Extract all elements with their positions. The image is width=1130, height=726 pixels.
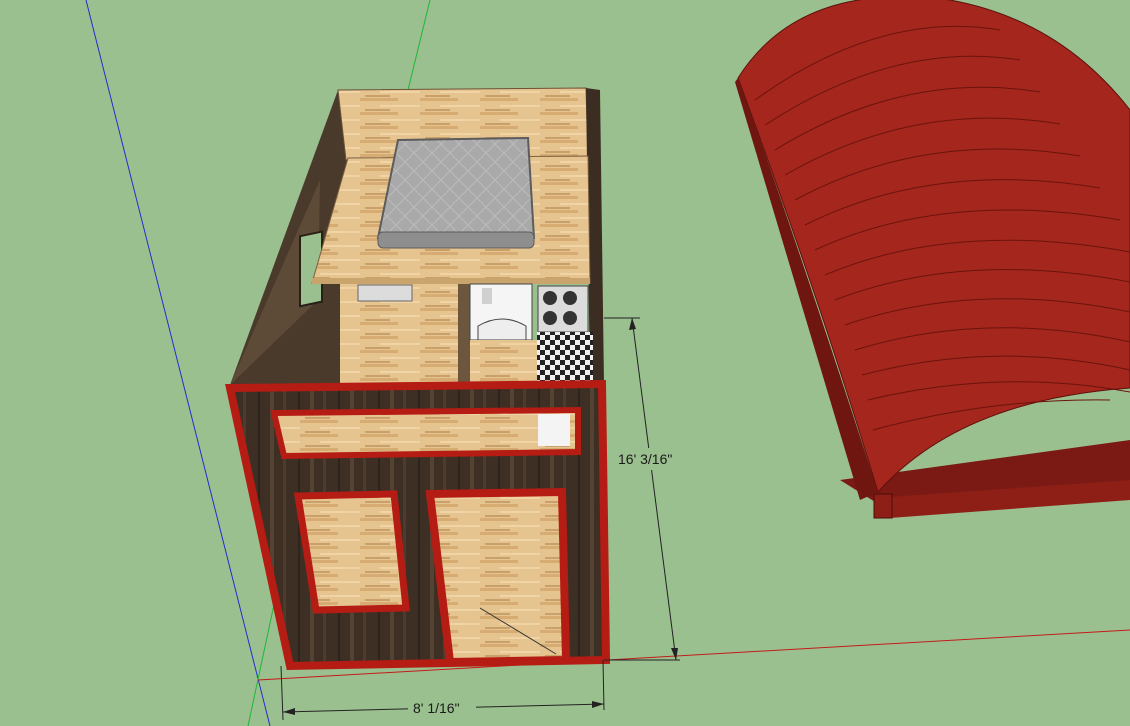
front-transom-window xyxy=(270,406,581,460)
height-dimension-label: 16' 3/16" xyxy=(618,451,672,467)
front-door-opening[interactable] xyxy=(425,487,571,667)
checkered-floor xyxy=(537,332,593,384)
width-dimension-label: 8' 1/16" xyxy=(413,700,460,716)
mattress xyxy=(376,136,536,249)
shed-post xyxy=(873,493,893,519)
tiny-house-model[interactable] xyxy=(225,87,611,671)
green-axis-lower xyxy=(247,599,276,726)
height-dimension[interactable]: 16' 3/16" xyxy=(604,317,688,661)
loft-edge xyxy=(312,278,590,284)
kitchen-floor xyxy=(470,340,537,384)
transom-cabinet-detail xyxy=(538,414,570,446)
barrel-roof-shed[interactable] xyxy=(735,0,1130,519)
sketchup-3d-viewport[interactable]: 16' 3/16" 8' 1/16" xyxy=(0,0,1130,726)
front-window xyxy=(293,490,410,614)
interior-sink xyxy=(357,284,413,302)
green-axis xyxy=(407,0,431,91)
stovetop xyxy=(537,285,589,333)
kitchen-cabinet xyxy=(469,283,533,341)
